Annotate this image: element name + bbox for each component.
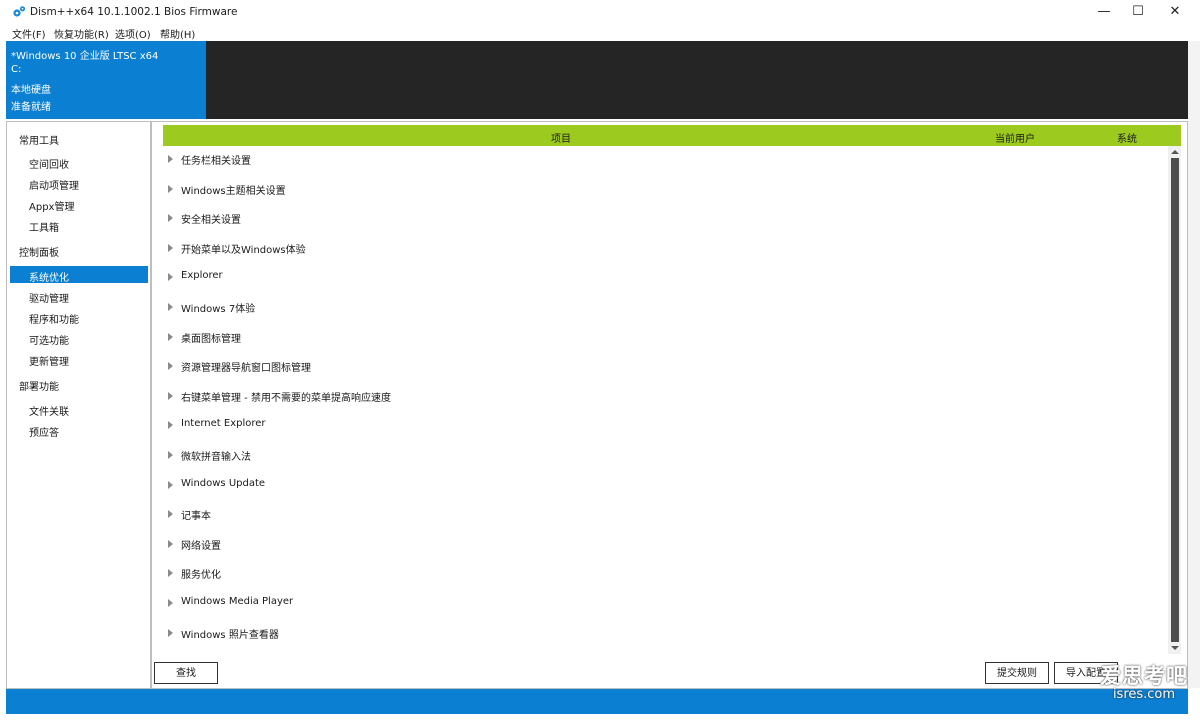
tree-row-label: Windows Update (181, 477, 266, 489)
sidebar-item-system-optimize[interactable]: 系统优化 (29, 269, 69, 284)
tree-row-label: Internet Explorer (181, 418, 266, 430)
menu-recovery[interactable]: 恢复功能(R) (54, 26, 109, 41)
sidebar-item-file-assoc[interactable]: 文件关联 (29, 403, 69, 418)
expand-arrow-icon[interactable] (168, 214, 173, 223)
tree-row-pinyin-ime[interactable]: 微软拼音输入法 (162, 441, 1157, 469)
tree-row-label: 资源管理器导航窗口图标管理 (181, 363, 311, 375)
expand-arrow-icon[interactable] (168, 362, 173, 371)
sidebar-item-space-cleanup[interactable]: 空间回收 (29, 156, 69, 171)
gears-icon (13, 6, 26, 17)
tree-row-explorer[interactable]: Explorer (162, 263, 1157, 291)
column-header-item[interactable]: 项目 (551, 130, 571, 145)
sidebar-item-toolbox[interactable]: 工具箱 (29, 219, 59, 234)
tree-row-label: 开始菜单以及Windows体验 (181, 244, 306, 256)
sidebar-item-programs[interactable]: 程序和功能 (29, 311, 79, 326)
expand-arrow-icon[interactable] (168, 569, 173, 578)
expand-arrow-icon[interactable] (168, 510, 173, 519)
menu-bar: 文件(F) 恢复功能(R) 选项(O) 帮助(H) (0, 24, 1200, 41)
expand-arrow-icon[interactable] (168, 628, 173, 637)
close-button[interactable]: ✕ (1157, 0, 1193, 24)
status-text: 准备就绪 (11, 102, 51, 113)
sidebar-group-control-panel: 控制面板 (19, 248, 59, 259)
column-header-current-user[interactable]: 当前用户 (995, 130, 1035, 145)
tree-row-label: Windows 7体验 (181, 304, 256, 315)
expand-arrow-icon[interactable] (168, 184, 173, 193)
tree-row-network[interactable]: 网络设置 (162, 530, 1157, 558)
disk-type: 本地硬盘 (11, 85, 51, 96)
expand-arrow-icon[interactable] (168, 155, 173, 163)
tree-row-nav-pane-icons[interactable]: 资源管理器导航窗口图标管理 (162, 352, 1157, 380)
watermark: 爱思考吧 isres.com (1100, 660, 1188, 702)
sidebar-item-updates[interactable]: 更新管理 (29, 353, 69, 368)
tree-row-label: Windows主题相关设置 (181, 185, 286, 197)
window-title: Dism++x64 10.1.1002.1 Bios Firmware (30, 6, 238, 18)
drive-letter: C: (11, 64, 22, 75)
tree-row-photo-viewer[interactable]: Windows 照片查看器 (162, 619, 1157, 647)
tree-row-windows7[interactable]: Windows 7体验 (162, 293, 1157, 321)
tree-row-label: Explorer (181, 270, 223, 282)
sidebar-item-appx[interactable]: Appx管理 (29, 198, 74, 213)
expand-arrow-icon[interactable] (168, 273, 173, 282)
sidebar-item-drivers[interactable]: 驱动管理 (29, 290, 69, 305)
optimization-panel: 项目 当前用户 系统 任务栏相关设置 Windows主题相关设置 安全相关设置 … (151, 121, 1188, 689)
tree-row-label: Windows Media Player (181, 596, 294, 607)
tree-row-start-menu[interactable]: 开始菜单以及Windows体验 (162, 234, 1157, 262)
tree-row-windows-theme[interactable]: Windows主题相关设置 (162, 175, 1157, 203)
status-bar (6, 689, 1188, 714)
tree-row-label: Windows 照片查看器 (181, 629, 279, 641)
submit-rules-button[interactable]: 提交规则 (985, 662, 1049, 684)
menu-options[interactable]: 选项(O) (115, 26, 151, 41)
menu-file[interactable]: 文件(F) (12, 26, 46, 41)
tree-row-label: 微软拼音输入法 (181, 452, 251, 463)
column-header-system[interactable]: 系统 (1117, 130, 1137, 145)
table-header: 项目 当前用户 系统 (163, 125, 1181, 146)
window-edge (1188, 41, 1200, 688)
sidebar-item-startup[interactable]: 启动项管理 (29, 177, 79, 192)
watermark-domain: isres.com (1112, 687, 1176, 702)
header-banner (206, 41, 1188, 119)
os-name: *Windows 10 企业版 LTSC x64 (11, 51, 159, 62)
sidebar-group-common-tools: 常用工具 (19, 136, 59, 147)
maximize-button[interactable]: ☐ (1120, 0, 1156, 24)
tree-row-context-menu[interactable]: 右键菜单管理 - 禁用不需要的菜单提高响应速度 (162, 382, 1157, 410)
scrollbar-thumb[interactable] (1171, 158, 1179, 642)
tree-row-label: 记事本 (181, 511, 211, 523)
find-button[interactable]: 查找 (154, 662, 218, 684)
tree-row-taskbar[interactable]: 任务栏相关设置 (162, 145, 1157, 173)
tree-row-label: 安全相关设置 (181, 215, 241, 227)
title-bar: Dism++x64 10.1.1002.1 Bios Firmware — ☐ … (0, 0, 1200, 24)
expand-arrow-icon[interactable] (168, 539, 173, 548)
sidebar-group-deploy: 部署功能 (19, 382, 59, 393)
system-info-panel[interactable]: *Windows 10 企业版 LTSC x64 C: 本地硬盘 准备就绪 (6, 41, 206, 119)
tree-row-label: 任务栏相关设置 (181, 156, 251, 167)
scroll-down-arrow-icon[interactable] (1171, 646, 1179, 650)
tree-row-label: 桌面图标管理 (181, 333, 241, 345)
expand-arrow-icon[interactable] (168, 451, 173, 459)
expand-arrow-icon[interactable] (168, 243, 173, 252)
expand-arrow-icon[interactable] (168, 391, 173, 400)
sidebar: 常用工具 空间回收 启动项管理 Appx管理 工具箱 控制面板 系统优化 驱动管… (6, 121, 151, 689)
tree-row-services[interactable]: 服务优化 (162, 559, 1157, 587)
expand-arrow-icon[interactable] (168, 599, 173, 607)
vertical-scrollbar[interactable] (1168, 146, 1181, 654)
expand-arrow-icon[interactable] (168, 421, 173, 430)
watermark-text: 爱思考吧 (1100, 664, 1188, 688)
minimize-button[interactable]: — (1086, 0, 1122, 24)
expand-arrow-icon[interactable] (168, 303, 173, 311)
sidebar-item-answer-file[interactable]: 预应答 (29, 424, 59, 439)
tree-row-security[interactable]: 安全相关设置 (162, 204, 1157, 232)
tree-row-label: 网络设置 (181, 540, 221, 552)
tree-row-desktop-icons[interactable]: 桌面图标管理 (162, 323, 1157, 351)
tree-row-label: 右键菜单管理 - 禁用不需要的菜单提高响应速度 (181, 392, 391, 404)
tree-row-notepad[interactable]: 记事本 (162, 500, 1157, 528)
menu-help[interactable]: 帮助(H) (160, 26, 195, 41)
sidebar-item-optional-features[interactable]: 可选功能 (29, 332, 69, 347)
tree-row-label: 服务优化 (181, 570, 221, 582)
tree-row-internet-explorer[interactable]: Internet Explorer (162, 411, 1157, 439)
tree-row-media-player[interactable]: Windows Media Player (162, 589, 1157, 617)
expand-arrow-icon[interactable] (168, 480, 173, 489)
tree-row-windows-update[interactable]: Windows Update (162, 471, 1157, 499)
expand-arrow-icon[interactable] (168, 332, 173, 341)
scroll-up-arrow-icon[interactable] (1171, 150, 1179, 154)
